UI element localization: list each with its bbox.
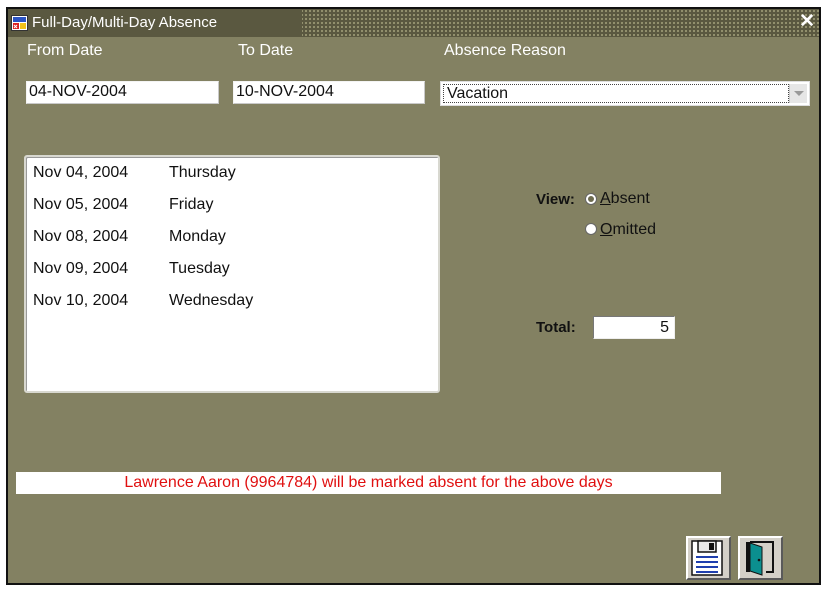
list-item[interactable]: Nov 09, 2004 Tuesday (33, 260, 230, 280)
from-date-label: From Date (27, 42, 103, 59)
total-label: Total: (536, 319, 576, 336)
close-icon[interactable]: ✕ (799, 12, 815, 32)
status-message: Lawrence Aaron (9964784) will be marked … (16, 472, 721, 494)
view-omitted-mnemonic: O (600, 221, 613, 238)
to-date-field[interactable]: 10-NOV-2004 (233, 81, 425, 104)
view-absent-label-rest: bsent (610, 190, 650, 207)
from-date-field[interactable]: 04-NOV-2004 (26, 81, 219, 104)
save-button[interactable] (686, 536, 731, 580)
day-weekday: Wednesday (169, 292, 254, 309)
absence-reason-value: Vacation (443, 84, 789, 103)
view-omitted-radio[interactable] (585, 223, 597, 235)
exit-button[interactable] (738, 536, 783, 580)
absence-window: Full-Day/Multi-Day Absence ✕ From Date 0… (6, 7, 821, 585)
list-item[interactable]: Nov 04, 2004 Thursday (33, 164, 236, 184)
day-date: Nov 10, 2004 (33, 292, 129, 309)
day-weekday: Thursday (169, 164, 236, 181)
absence-reason-label: Absence Reason (444, 42, 566, 59)
day-weekday: Monday (169, 228, 226, 245)
chevron-down-icon[interactable] (789, 84, 807, 103)
day-date: Nov 08, 2004 (33, 228, 129, 245)
absence-days-list[interactable]: Nov 04, 2004 Thursday Nov 05, 2004 Friday … (24, 155, 440, 393)
day-date: Nov 05, 2004 (33, 196, 129, 213)
exit-door-icon (746, 541, 774, 576)
view-absent-radio[interactable] (585, 193, 597, 205)
day-weekday: Friday (169, 196, 214, 213)
to-date-label: To Date (238, 42, 294, 59)
day-date: Nov 09, 2004 (33, 260, 129, 277)
total-field: 5 (593, 316, 675, 339)
list-item[interactable]: Nov 08, 2004 Monday (33, 228, 226, 248)
view-absent-mnemonic: A (600, 190, 611, 207)
title-bar[interactable]: Full-Day/Multi-Day Absence ✕ (8, 9, 819, 37)
app-icon (11, 15, 28, 31)
view-label: View: (536, 191, 575, 208)
list-item[interactable]: Nov 05, 2004 Friday (33, 196, 213, 216)
day-weekday: Tuesday (169, 260, 230, 277)
absence-reason-select[interactable]: Vacation (440, 81, 810, 106)
save-icon (691, 540, 723, 576)
view-omitted-label-rest: mitted (612, 221, 657, 238)
day-date: Nov 04, 2004 (33, 164, 129, 181)
list-item[interactable]: Nov 10, 2004 Wednesday (33, 292, 253, 312)
window-title: Full-Day/Multi-Day Absence (32, 14, 218, 31)
view-absent-label[interactable]: Absent (600, 190, 650, 208)
view-omitted-label[interactable]: Omitted (600, 221, 656, 239)
